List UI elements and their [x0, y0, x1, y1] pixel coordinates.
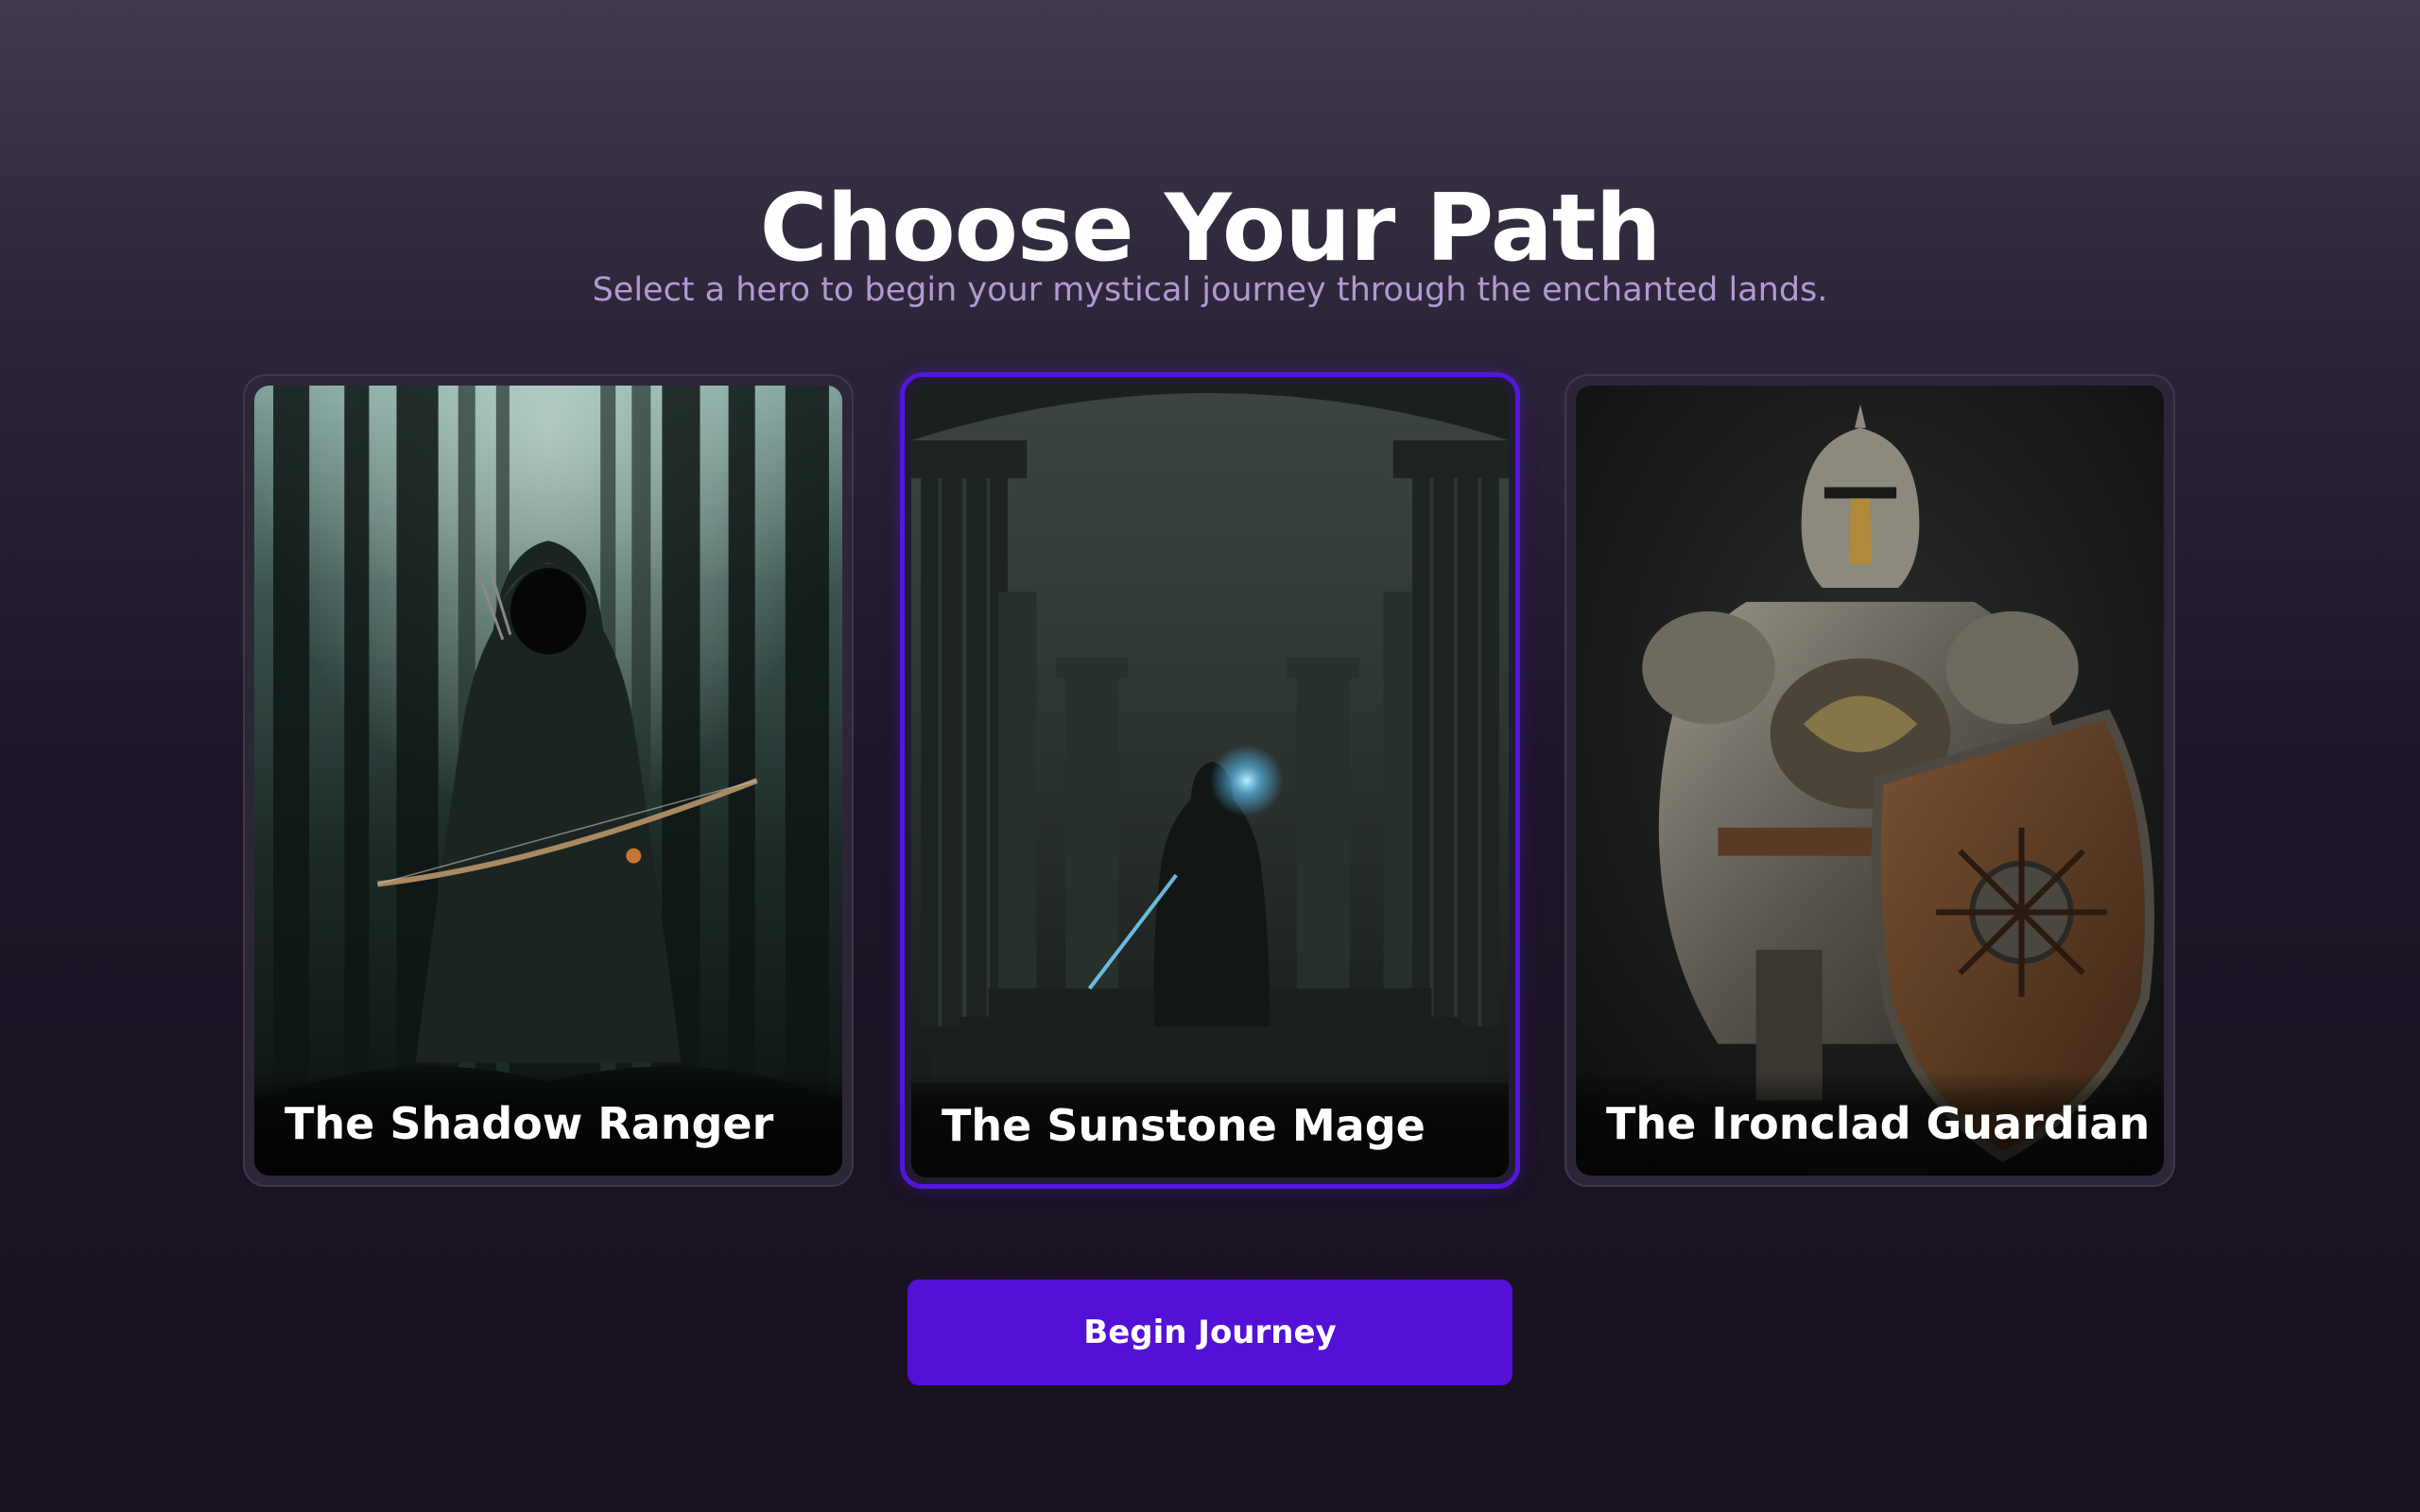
hero-card-title: The Ironclad Guardian [1576, 1072, 2164, 1176]
page-title: Choose Your Path [759, 174, 1662, 283]
hero-card-ironclad-guardian[interactable]: The Ironclad Guardian [1564, 374, 2175, 1187]
hero-portrait-sunstone-mage: The Sunstone Mage [911, 384, 1509, 1177]
hero-portrait-ironclad-guardian: The Ironclad Guardian [1576, 386, 2164, 1176]
hero-card-title: The Shadow Ranger [254, 1072, 842, 1176]
shadow-ranger-illustration [254, 386, 842, 1176]
page-subtitle: Select a hero to begin your mystical jou… [592, 271, 1828, 309]
hero-card-list: The Shadow Ranger The Sunstone Mage The … [0, 372, 2420, 1191]
ironclad-guardian-illustration [1576, 386, 2164, 1176]
hero-card-title: The Sunstone Mage [911, 1074, 1509, 1177]
hero-card-shadow-ranger[interactable]: The Shadow Ranger [243, 374, 854, 1187]
begin-journey-button[interactable]: Begin Journey [908, 1280, 1512, 1385]
hero-portrait-shadow-ranger: The Shadow Ranger [254, 386, 842, 1176]
hero-card-sunstone-mage[interactable]: The Sunstone Mage [900, 372, 1520, 1189]
sunstone-mage-illustration [911, 384, 1509, 1177]
